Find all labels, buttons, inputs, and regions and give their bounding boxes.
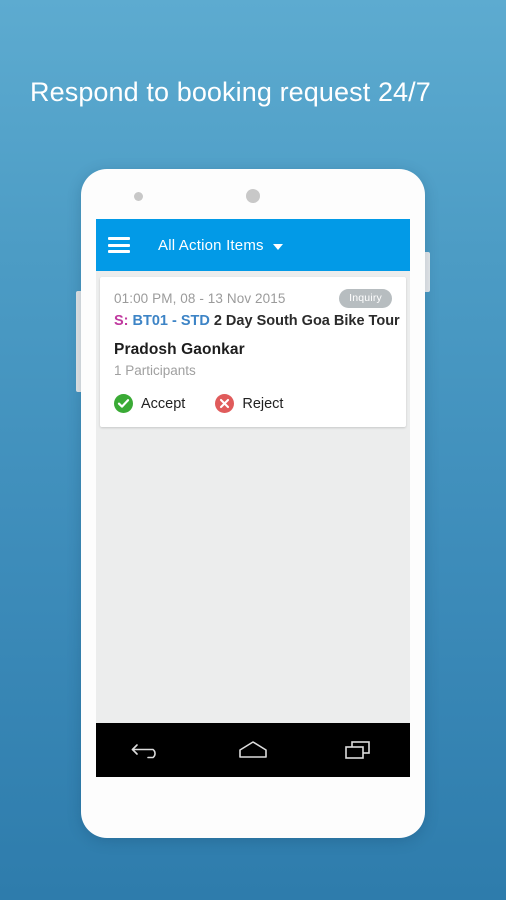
close-circle-icon — [215, 394, 235, 413]
chevron-down-icon[interactable] — [272, 244, 283, 250]
hamburger-icon[interactable] — [108, 237, 130, 253]
back-arrow-icon[interactable] — [122, 732, 174, 768]
recents-icon[interactable] — [332, 732, 384, 768]
phone-sensor-dot — [134, 192, 143, 201]
booking-date: 01:00 PM, 08 - 13 Nov 2015 — [114, 291, 286, 306]
home-icon[interactable] — [227, 732, 279, 768]
customer-name: Pradosh Gaonkar — [114, 341, 245, 358]
action-items-list: 01:00 PM, 08 - 13 Nov 2015 Inquiry S: BT0… — [96, 271, 410, 777]
service-title: 2 Day South Goa Bike Tour — [213, 313, 400, 329]
reject-label: Reject — [242, 395, 284, 412]
android-navigation-bar — [96, 723, 410, 777]
reject-button[interactable]: Reject — [215, 394, 283, 413]
service-code: BT01 - STD — [132, 313, 210, 329]
service-line: S: BT01 - STD 2 Day South Goa Bike Tour — [114, 313, 400, 329]
status-badge: Inquiry — [339, 289, 392, 308]
promo-screenshot: Respond to booking request 24/7 All Acti… — [0, 0, 506, 900]
app-bar-title[interactable]: All Action Items — [158, 237, 264, 254]
phone-camera-dot — [246, 189, 260, 203]
check-circle-icon — [114, 394, 133, 413]
list-item[interactable]: 01:00 PM, 08 - 13 Nov 2015 Inquiry S: BT0… — [100, 277, 406, 427]
participants-count: 1 Participants — [114, 363, 196, 378]
service-prefix: S: — [114, 313, 129, 329]
phone-screen: All Action Items 01:00 PM, 08 - 13 Nov 2… — [96, 219, 410, 777]
headline-text: Respond to booking request 24/7 — [30, 77, 431, 107]
card-actions: Accept Reject — [114, 394, 392, 413]
app-bar: All Action Items — [96, 219, 410, 271]
card-header-row: 01:00 PM, 08 - 13 Nov 2015 Inquiry — [114, 289, 392, 308]
accept-label: Accept — [141, 395, 186, 412]
accept-button[interactable]: Accept — [114, 394, 185, 413]
